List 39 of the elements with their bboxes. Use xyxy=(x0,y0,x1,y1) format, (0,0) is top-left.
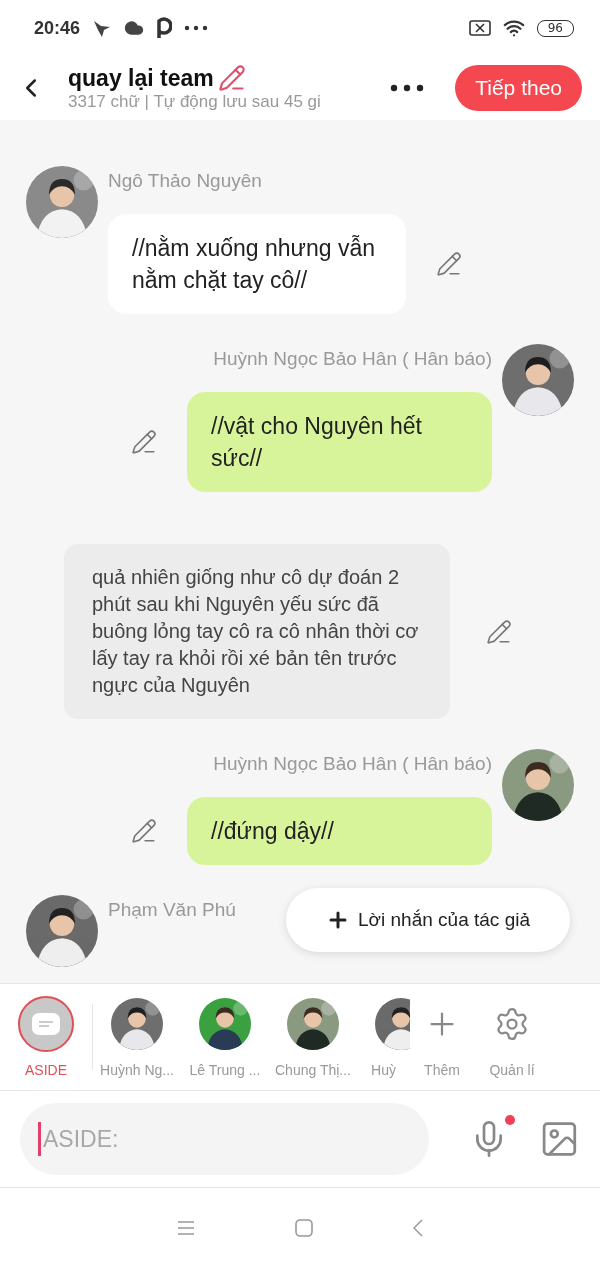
character-tab[interactable]: Chung Thị... xyxy=(269,996,357,1078)
character-tab[interactable]: Lê Trung ... xyxy=(181,996,269,1078)
next-button[interactable]: Tiếp theo xyxy=(455,65,582,111)
more-icon xyxy=(184,25,209,31)
action-label[interactable]: Thêm xyxy=(424,1062,460,1078)
message-input[interactable]: ASIDE: xyxy=(41,1124,405,1154)
cloud-icon xyxy=(124,18,145,38)
character-tab[interactable]: Huỳnh Ng... xyxy=(93,996,181,1078)
character-name: Ngô Thảo Nguyên xyxy=(108,170,262,192)
message-bubble: //đứng dậy// xyxy=(187,797,492,865)
status-time: 20:46 xyxy=(34,17,81,39)
edit-icon[interactable] xyxy=(486,618,512,645)
character-tab[interactable]: Huỳ xyxy=(357,996,410,1078)
message-field[interactable]: ASIDE: xyxy=(20,1103,430,1175)
settings-icon[interactable] xyxy=(494,1006,530,1042)
story-title: quay lại team xyxy=(68,64,214,92)
app-icon xyxy=(156,17,173,39)
edit-icon[interactable] xyxy=(131,818,157,844)
more-icon[interactable] xyxy=(390,84,424,92)
wifi-icon xyxy=(502,17,525,39)
author-note-button[interactable]: Lời nhắn của tác giả xyxy=(286,888,570,952)
sim-icon xyxy=(468,20,491,36)
edit-icon[interactable] xyxy=(131,429,157,455)
character-name: Huỳnh Ngọc Bảo Hân ( Hân báo) xyxy=(213,753,492,775)
menu-icon[interactable] xyxy=(177,1220,195,1235)
word-count-status: 3317 chữ | Tự động lưu sau 45 gi xyxy=(68,92,322,112)
character-name: Huỳnh Ngọc Bảo Hân ( Hân báo) xyxy=(213,348,492,370)
character-name: Phạm Văn Phú xyxy=(108,899,236,921)
edit-icon[interactable] xyxy=(436,251,462,277)
home-icon[interactable] xyxy=(295,1218,313,1237)
action-label[interactable]: Quản lí xyxy=(489,1062,535,1078)
notification-dot xyxy=(505,1115,516,1125)
aside-icon xyxy=(32,1013,60,1035)
message-bubble: //vật cho Nguyên hết sức// xyxy=(187,392,492,492)
character-tab[interactable]: ASIDE xyxy=(0,996,92,1078)
battery-icon: 96 xyxy=(536,19,574,37)
edit-icon[interactable] xyxy=(217,64,246,92)
message-bubble: //nằm xuống nhưng vẫn nằm chặt tay cô// xyxy=(108,214,406,314)
narration-text: quả nhiên giống như cô dự đoán 2 phút sau khi Nguyên yếu sức đã buông lỏng tay cô ra cô nhân thời cơ lấy tay ra khỏi rồi xé bản tên trước ngực của Nguyên xyxy=(64,544,450,719)
